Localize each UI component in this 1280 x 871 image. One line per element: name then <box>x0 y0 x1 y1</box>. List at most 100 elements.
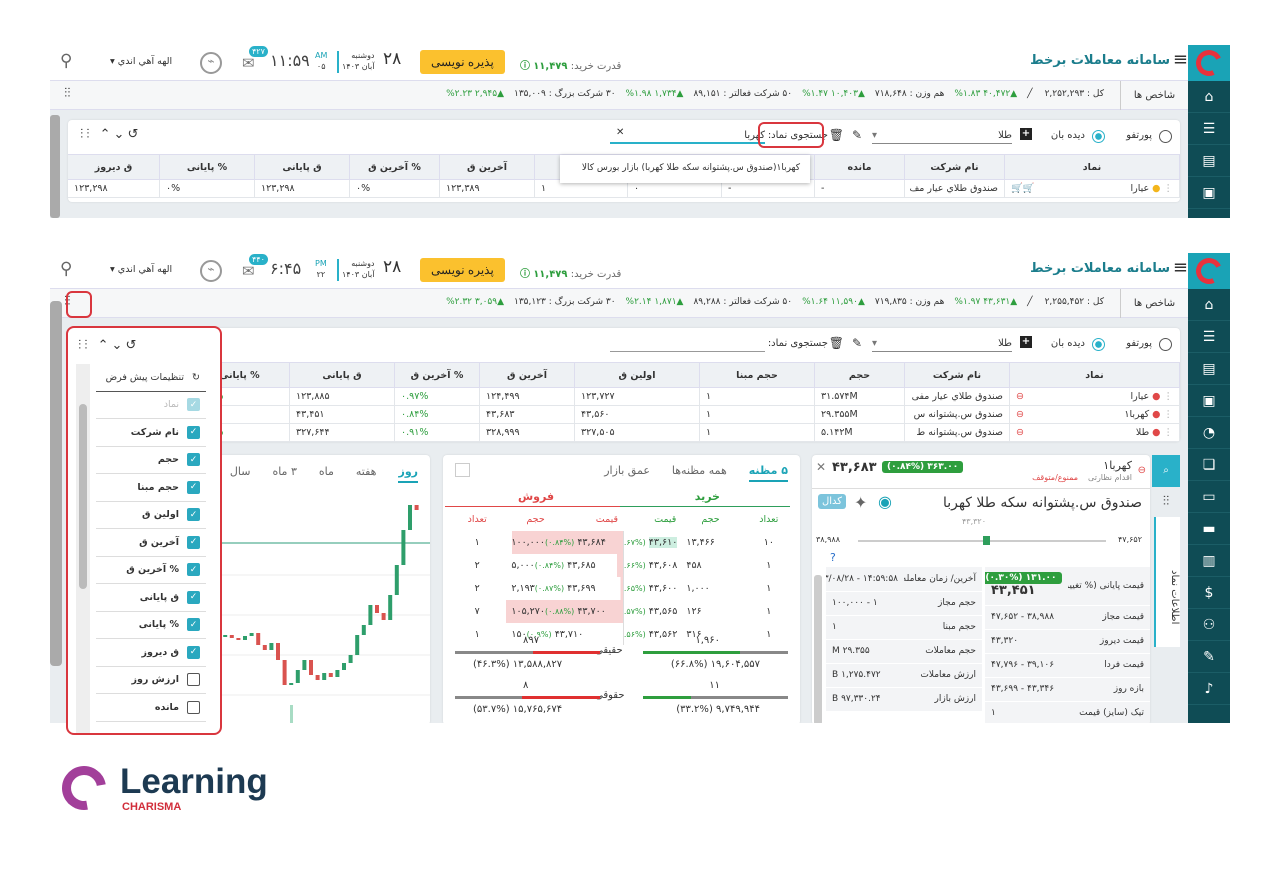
pencil-icon[interactable]: ✎ <box>852 336 862 350</box>
sidebar-item[interactable]: ▣ <box>1188 385 1230 417</box>
chart-toggle-icon[interactable] <box>455 463 470 477</box>
order-book-tab[interactable]: همه مظنه‌ها <box>672 464 727 482</box>
checkbox[interactable]: ✓ <box>187 425 200 439</box>
help-icon[interactable]: ? <box>830 551 836 564</box>
add-list-icon[interactable]: + <box>1020 336 1032 348</box>
codal-button[interactable]: کدال <box>818 494 847 509</box>
compass-icon[interactable]: ✦ <box>854 493 867 512</box>
column-header[interactable]: % آخرین ق <box>349 154 440 180</box>
history-icon[interactable]: ↺ <box>127 127 141 142</box>
chart-tab[interactable]: ماه <box>319 465 334 483</box>
plug-disconnected-icon[interactable]: ⌁ <box>200 52 222 74</box>
column-header[interactable]: آخرین ق <box>479 362 575 388</box>
page-scrollbar[interactable] <box>50 301 62 666</box>
table-row[interactable]: ⋮ ● کهربا۱ ⊖ صندوق س.پشتوانه س ۲۹.۳۵۵M ۱ ۴۳,۵… <box>68 405 1180 424</box>
sidebar-item[interactable]: ▣ <box>1188 177 1230 209</box>
column-header[interactable]: ق دیروز <box>68 154 160 180</box>
chart-tab[interactable]: روز <box>398 465 418 483</box>
column-toggle[interactable]: ارزش روز <box>96 667 206 694</box>
symbol-cell[interactable]: ⋮ ● طلا ⊖ <box>1009 423 1180 442</box>
table-row[interactable]: ⋮ ● عیارا ⊖ صندوق طلاي عيار مفی ۳۱.۵۷۴M ۱ ۱۲۳… <box>68 387 1180 406</box>
symbol-search-input[interactable]: کهربا ✕ <box>610 127 765 144</box>
column-header[interactable]: حجم مبنا <box>699 362 815 388</box>
settings-sliders-icon[interactable]: ⫶⫶ <box>78 338 91 353</box>
column-toggle[interactable]: ✓ ق پایانی <box>96 584 206 612</box>
chart-tab[interactable]: ۳ ماه <box>272 465 296 483</box>
chevron-up-icon[interactable]: ⌃ <box>100 127 114 142</box>
menu-icon[interactable]: ≡ <box>1173 257 1188 278</box>
column-header[interactable]: نام شرکت <box>904 154 1005 180</box>
watchlist-radio[interactable] <box>1092 338 1105 351</box>
column-toggle[interactable]: ✓ نماد <box>96 392 206 419</box>
column-header[interactable]: نماد <box>1004 154 1180 180</box>
checkbox[interactable]: ✓ <box>187 480 200 494</box>
list-select[interactable]: طلا ▾ <box>872 130 1012 144</box>
symbol-cell[interactable]: ⋮ ● عیارا 🛒🛒 <box>1004 179 1180 198</box>
sidebar-item[interactable]: ▬ <box>1188 513 1230 545</box>
menu-icon[interactable]: ≡ <box>1173 49 1188 70</box>
menu-scrollbar[interactable] <box>76 364 90 733</box>
column-header[interactable]: اولین ق <box>574 362 700 388</box>
sidebar-item[interactable]: $ <box>1188 577 1230 609</box>
column-header[interactable]: ق پایانی <box>289 362 395 388</box>
checkbox[interactable]: ✓ <box>187 618 200 632</box>
order-book-row[interactable]: ۱۴۵۸۴۳,۶۰۸ (۰.۶۶%) ۴۳,۶۸۵ (۰.۸۴%)۵,۰۰۰۲ <box>448 554 798 577</box>
column-toggle[interactable]: ✓ حجم مبنا <box>96 474 206 502</box>
sidebar-item[interactable]: ✎ <box>1188 641 1230 673</box>
close-icon[interactable]: ✕ <box>816 460 826 474</box>
plug-disconnected-icon[interactable]: ⌁ <box>200 260 222 282</box>
symbol-search-input[interactable] <box>610 338 765 352</box>
portfolio-radio[interactable] <box>1159 338 1172 351</box>
chevron-down-icon[interactable]: ⌄ <box>114 127 128 142</box>
column-toggle[interactable]: ✓ نام شرکت <box>96 419 206 447</box>
sidebar-item[interactable]: ❏ <box>1188 449 1230 481</box>
checkbox[interactable]: ✓ <box>187 535 200 549</box>
checkbox[interactable] <box>187 700 200 714</box>
symbol-cell[interactable]: ⋮ ● کهربا۱ ⊖ <box>1009 405 1180 424</box>
checkbox[interactable]: ✓ <box>187 590 200 604</box>
column-toggle[interactable]: ✓ حجم <box>96 447 206 474</box>
settings-sliders-icon[interactable]: ⫶⫶ <box>64 86 71 101</box>
column-header[interactable]: نماد <box>1009 362 1180 388</box>
order-book-tab[interactable]: عمق بازار <box>604 464 650 482</box>
column-toggle[interactable]: ✓ ق دیروز <box>96 639 206 667</box>
chart-tab[interactable]: سال <box>230 465 251 483</box>
settings-sliders-icon[interactable]: ⫶⫶ <box>1152 487 1180 517</box>
search-icon[interactable]: ⌕ <box>1152 455 1180 487</box>
checkbox[interactable]: ✓ <box>187 398 200 412</box>
watchlist-radio[interactable] <box>1092 130 1105 143</box>
user-icon[interactable]: ⚲ <box>60 51 72 71</box>
chart-tab[interactable]: هفته <box>356 465 377 483</box>
column-toggle[interactable]: ✓% آخرین ق <box>96 557 206 584</box>
checkbox[interactable]: ✓ <box>187 453 200 467</box>
pencil-icon[interactable]: ✎ <box>852 128 862 142</box>
column-header[interactable]: % پایانی <box>159 154 255 180</box>
symbol-cell[interactable]: ⋮ ● عیارا ⊖ <box>1009 387 1180 406</box>
app-logo[interactable] <box>1188 253 1230 289</box>
order-book-row[interactable]: ۱۱۲۶۴۳,۵۶۵ (۰.۵۷%) ۴۳,۷۰۰ (۰.۸۸%)۱۰۵,۲۷۰… <box>448 600 798 623</box>
order-book-row[interactable]: ۱۰۱۳,۴۶۶۴۳,۶۱۰ (۰.۶۷%) ۴۳,۶۸۴ (۰.۸۴%)۱۰۰… <box>448 531 798 554</box>
sidebar-item[interactable]: ▥ <box>1188 545 1230 577</box>
column-toggle[interactable]: مانده <box>96 694 206 722</box>
tab-symbol-info[interactable]: اطلاعات نماد <box>1154 517 1180 647</box>
trash-icon[interactable]: 🗑 <box>829 336 844 350</box>
settings-sliders-icon[interactable]: ⫶⫶ <box>80 127 93 142</box>
checkbox[interactable] <box>187 673 200 687</box>
column-toggle[interactable]: ✓ اولین ق <box>96 502 206 529</box>
search-suggestion[interactable]: کهربا۱(صندوق س.پشتوانه سکه طلا کهربا) با… <box>560 155 810 183</box>
reset-defaults-button[interactable]: ↻ تنظیمات پیش فرض <box>96 364 206 392</box>
column-header[interactable]: نام شرکت <box>904 362 1010 388</box>
column-header[interactable]: آخرین ق <box>439 154 535 180</box>
sidebar-item[interactable]: ▤ <box>1188 145 1230 177</box>
trash-icon[interactable]: 🗑 <box>829 128 844 142</box>
column-header[interactable]: حجم <box>814 362 905 388</box>
add-list-icon[interactable]: + <box>1020 128 1032 140</box>
subscription-order-button[interactable]: پذیره نویسی <box>420 50 505 74</box>
chevron-up-icon[interactable]: ⌃ <box>98 338 112 353</box>
sidebar-item[interactable]: ▭ <box>1188 481 1230 513</box>
sidebar-item[interactable]: ☰ <box>1188 113 1230 145</box>
watch-eye-icon[interactable]: ◉ <box>878 492 892 511</box>
sidebar-item[interactable]: ⌂ <box>1188 289 1230 321</box>
column-toggle[interactable]: ✓ آخرین ق <box>96 529 206 557</box>
order-book-row[interactable]: ۱۱,۰۰۰۴۳,۶۰۰ (۰.۶۵%) ۴۳,۶۹۹ (۰.۸۷%)۲,۱۹۳… <box>448 577 798 600</box>
